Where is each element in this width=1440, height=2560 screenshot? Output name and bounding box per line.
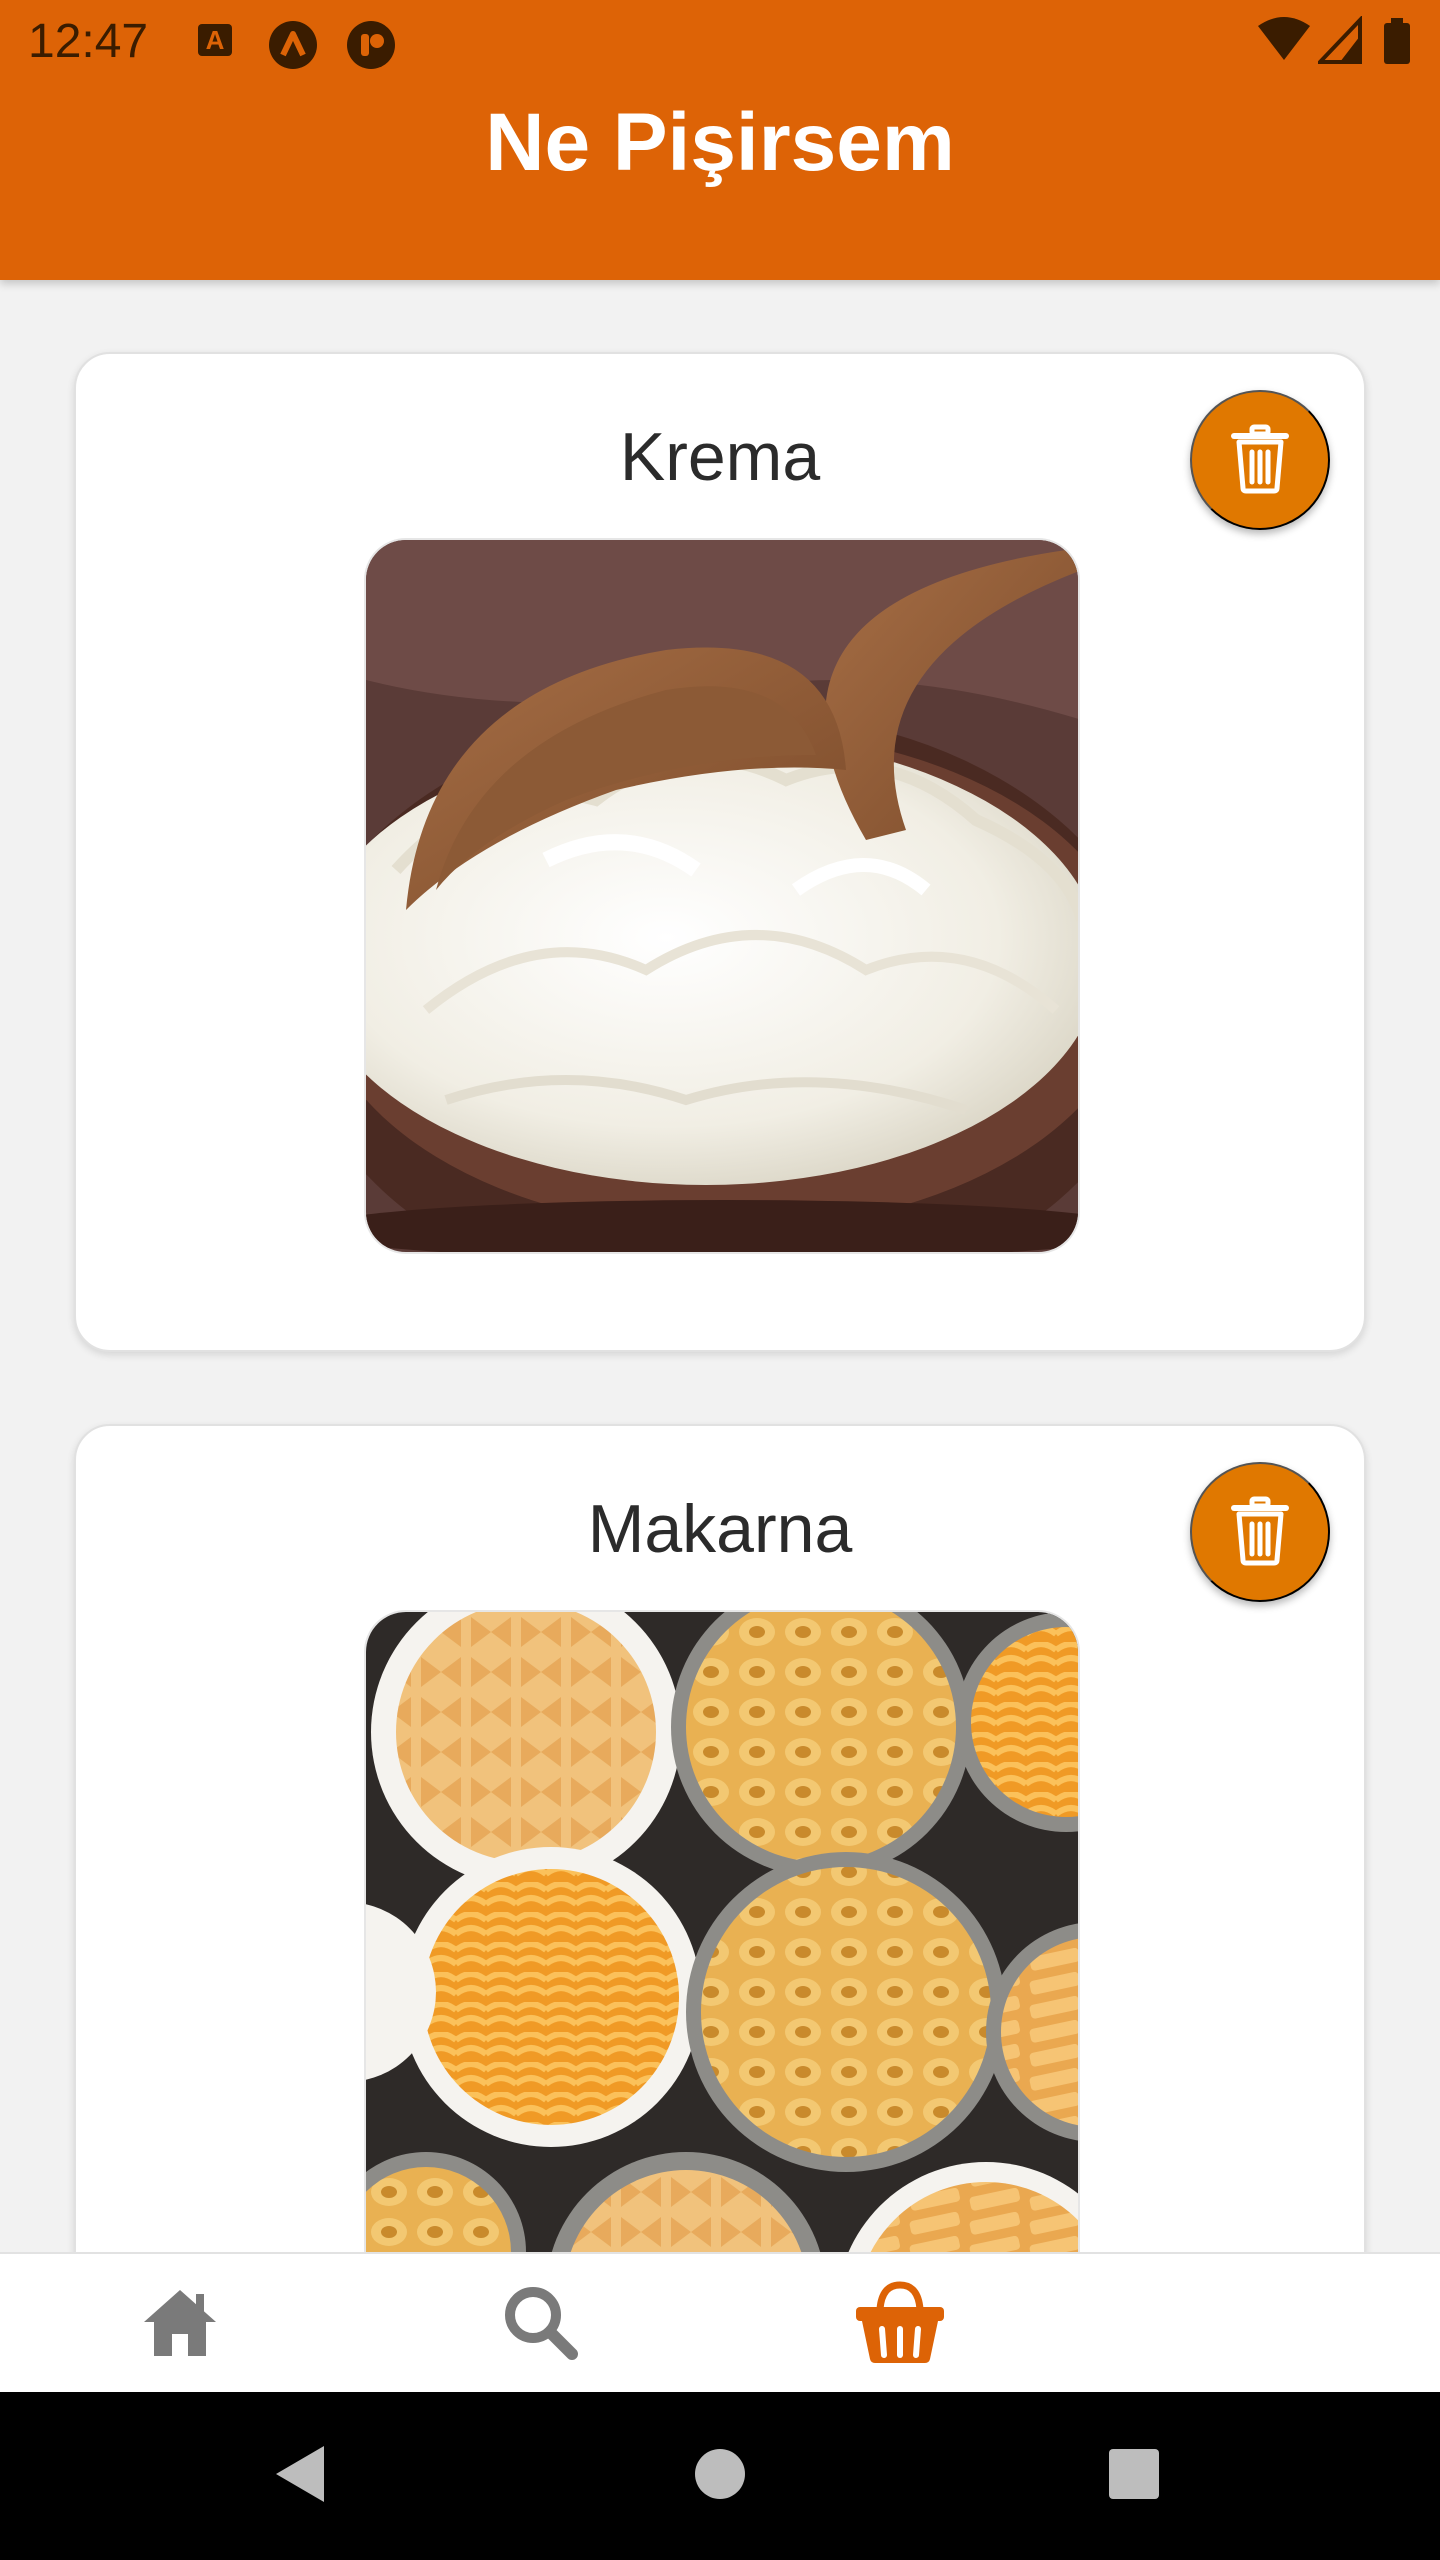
app-lambda-icon (268, 20, 317, 69)
search-icon (500, 2282, 580, 2367)
nav-home[interactable] (80, 2254, 280, 2394)
trash-icon (1230, 424, 1290, 497)
page-title: Ne Pişirsem (485, 97, 955, 188)
status-bar: 12:47 A (0, 0, 1440, 84)
basket-icon (852, 2279, 948, 2370)
recents-square-icon (1106, 2446, 1162, 2507)
home-circle-icon (692, 2446, 748, 2507)
ingredient-card: Makarna (74, 1424, 1366, 2252)
recents-button[interactable] (1094, 2436, 1174, 2516)
app-circle-icon (346, 20, 395, 69)
nav-search[interactable] (440, 2254, 640, 2394)
delete-button[interactable] (1190, 1462, 1330, 1602)
back-icon (270, 2442, 330, 2511)
delete-button[interactable] (1190, 390, 1330, 530)
home-system-button[interactable] (680, 2436, 760, 2516)
wifi-icon (1256, 16, 1312, 71)
cell-signal-icon (1315, 15, 1362, 71)
back-button[interactable] (260, 2436, 340, 2516)
nav-basket[interactable] (800, 2254, 1000, 2394)
svg-text:A: A (206, 25, 225, 55)
ingredient-name: Krema (619, 419, 821, 495)
ingredient-card: Krema (74, 352, 1366, 1352)
battery-icon (1382, 16, 1412, 71)
bottom-navigation (0, 2252, 1440, 2392)
app-header: 12:47 A Ne Pişirsem (0, 0, 1440, 280)
cream-in-bowl-image (364, 538, 1080, 1254)
trash-icon (1230, 1496, 1290, 1569)
assorted-pasta-bowls-image (364, 1610, 1080, 2252)
home-icon (140, 2286, 220, 2363)
ingredient-list[interactable]: Krema Makarna (0, 280, 1440, 2252)
app-a-icon: A (196, 20, 242, 66)
system-navigation-bar (0, 2392, 1440, 2560)
ingredient-name: Makarna (587, 1491, 853, 1567)
status-time: 12:47 (28, 15, 149, 68)
